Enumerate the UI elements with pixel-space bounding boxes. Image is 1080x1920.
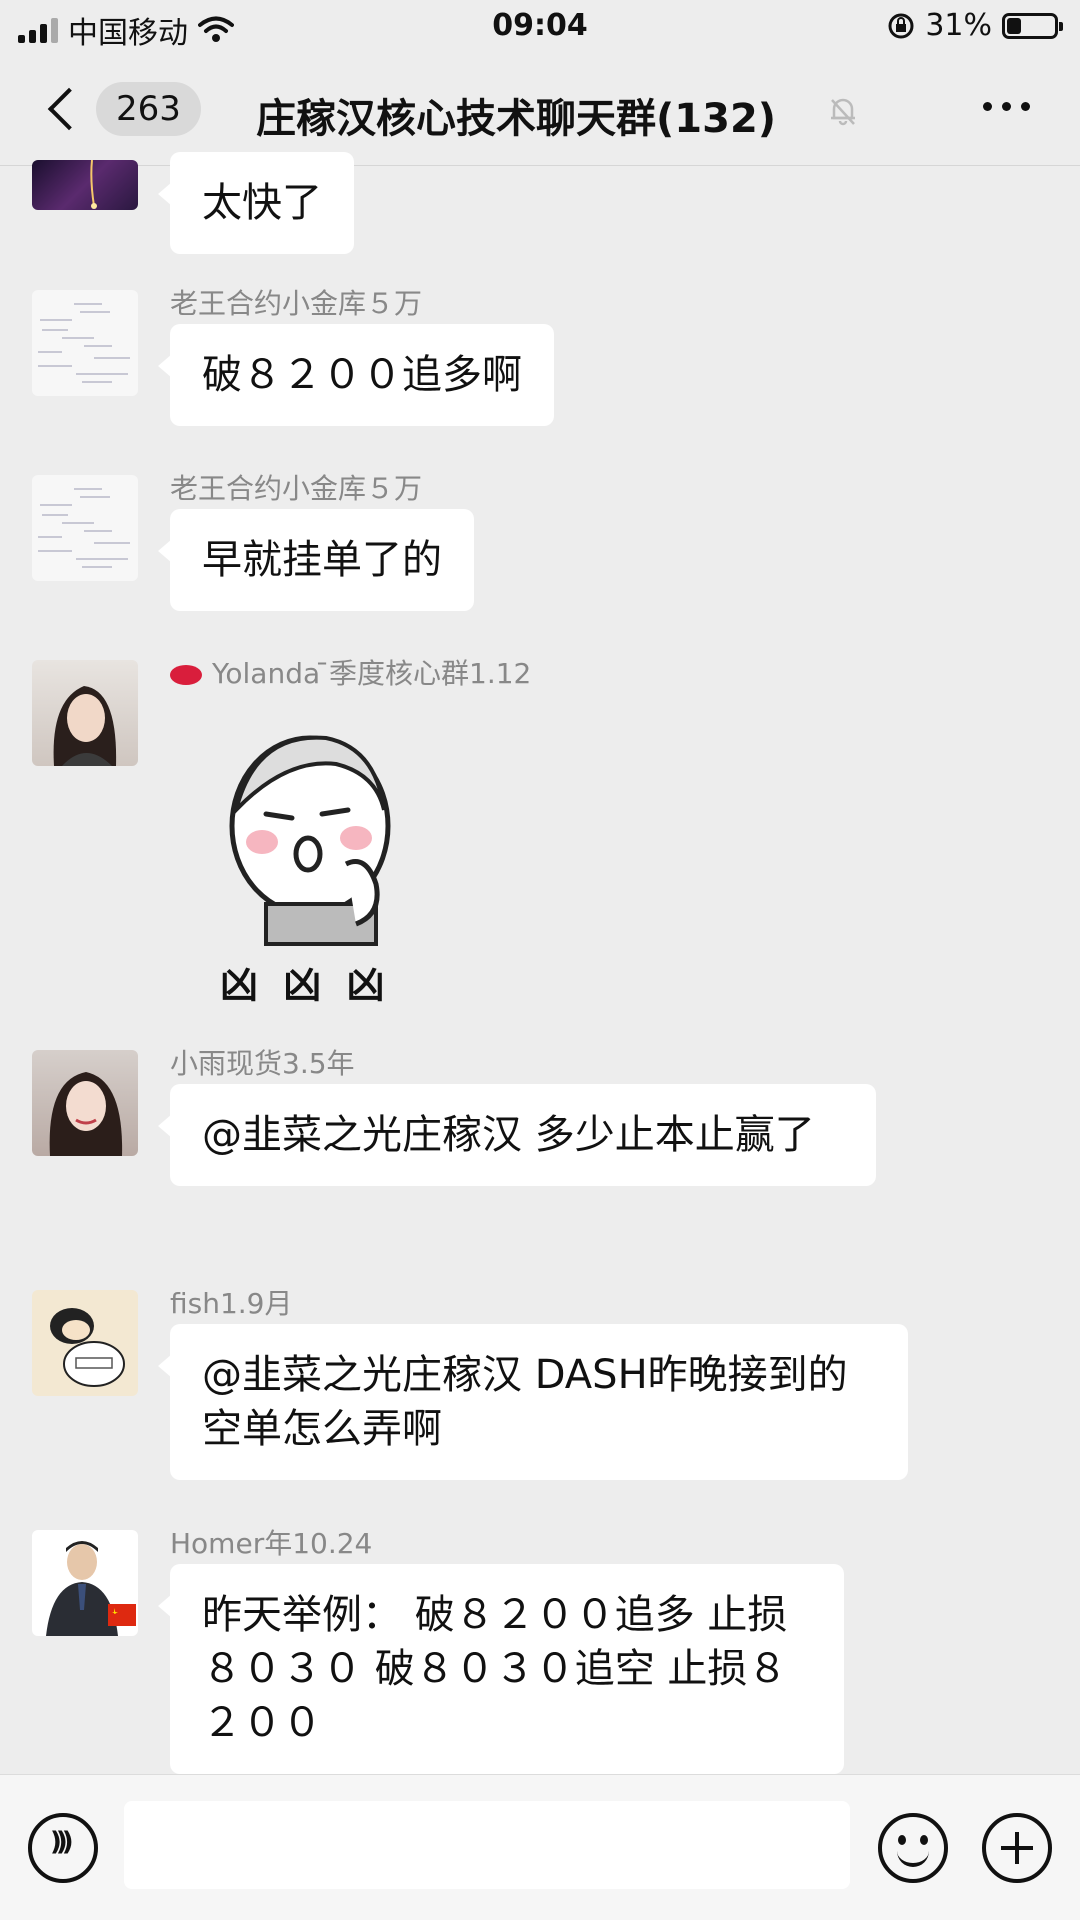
message-input[interactable] xyxy=(124,1801,850,1889)
sender-name: Homer年10.24 xyxy=(170,1527,373,1560)
unread-count-badge[interactable]: 263 xyxy=(96,82,201,136)
more-dot xyxy=(983,102,992,111)
avatar[interactable] xyxy=(32,160,138,210)
voice-icon[interactable] xyxy=(28,1813,98,1883)
message-bubble[interactable]: @韭菜之光庄稼汉 DASH昨晚接到的空单怎么弄啊 xyxy=(158,1324,908,1480)
lips-icon xyxy=(170,665,202,685)
avatar[interactable] xyxy=(32,1290,138,1396)
mute-bell-icon xyxy=(831,98,855,126)
portrait-image xyxy=(49,1072,123,1156)
avatar[interactable] xyxy=(32,1530,138,1636)
sticker-caption: 凶 凶 凶 xyxy=(220,963,391,1007)
chat-title: 庄稼汉核心技术聊天群(132) xyxy=(256,96,777,142)
input-bar xyxy=(0,1774,1080,1920)
sender-name: 小雨现货3.5年 xyxy=(170,1047,355,1080)
sender-name-text: Yolanda ̄季度核心群1.12 xyxy=(212,657,532,690)
rotation-lock-icon xyxy=(888,13,914,38)
avatar[interactable] xyxy=(32,1050,138,1156)
avatar[interactable] xyxy=(32,660,138,766)
avatar[interactable] xyxy=(32,475,138,581)
battery-icon xyxy=(1002,12,1063,39)
emoji-icon[interactable] xyxy=(878,1813,948,1883)
sender-name: Yolanda ̄季度核心群1.12 xyxy=(170,652,531,692)
avatar[interactable] xyxy=(32,290,138,396)
text-collage-image xyxy=(38,488,130,568)
cartoon-image xyxy=(50,1308,125,1387)
firework-image xyxy=(90,160,97,209)
message-bubble[interactable]: 昨天举例： 破８２００追多 止损８０３０ 破８０３０追空 止损８２００ xyxy=(158,1564,844,1774)
sender-name: 老王合约小金库５万 xyxy=(170,287,423,320)
message-bubble[interactable]: 破８２００追多啊 xyxy=(158,324,554,426)
message-bubble[interactable]: @韭菜之光庄稼汉 多少止本止赢了 xyxy=(158,1084,876,1186)
sticker-face-image xyxy=(229,735,391,946)
battery-percent: 31% xyxy=(925,8,992,43)
more-button[interactable] xyxy=(983,102,1030,111)
sender-name: fish1.9月 xyxy=(170,1287,293,1320)
sticker[interactable]: 凶 凶 凶 xyxy=(220,714,426,1014)
back-button[interactable] xyxy=(46,88,86,136)
more-dot xyxy=(1002,102,1011,111)
more-dot xyxy=(1021,102,1030,111)
status-right: 31% xyxy=(887,8,1063,43)
chat-header: 263 庄稼汉核心技术聊天群(132) xyxy=(0,52,1080,166)
battery-fill xyxy=(1007,17,1021,34)
portrait-image xyxy=(46,1541,136,1636)
text-collage-image xyxy=(38,303,130,383)
sender-name: 老王合约小金库５万 xyxy=(170,472,423,505)
message-bubble[interactable]: 太快了 xyxy=(158,152,354,254)
portrait-image xyxy=(53,686,117,766)
message-bubble[interactable]: 早就挂单了的 xyxy=(158,509,474,611)
status-bar: 中国移动 09:04 31% xyxy=(0,0,1080,52)
plus-icon[interactable] xyxy=(982,1813,1052,1883)
